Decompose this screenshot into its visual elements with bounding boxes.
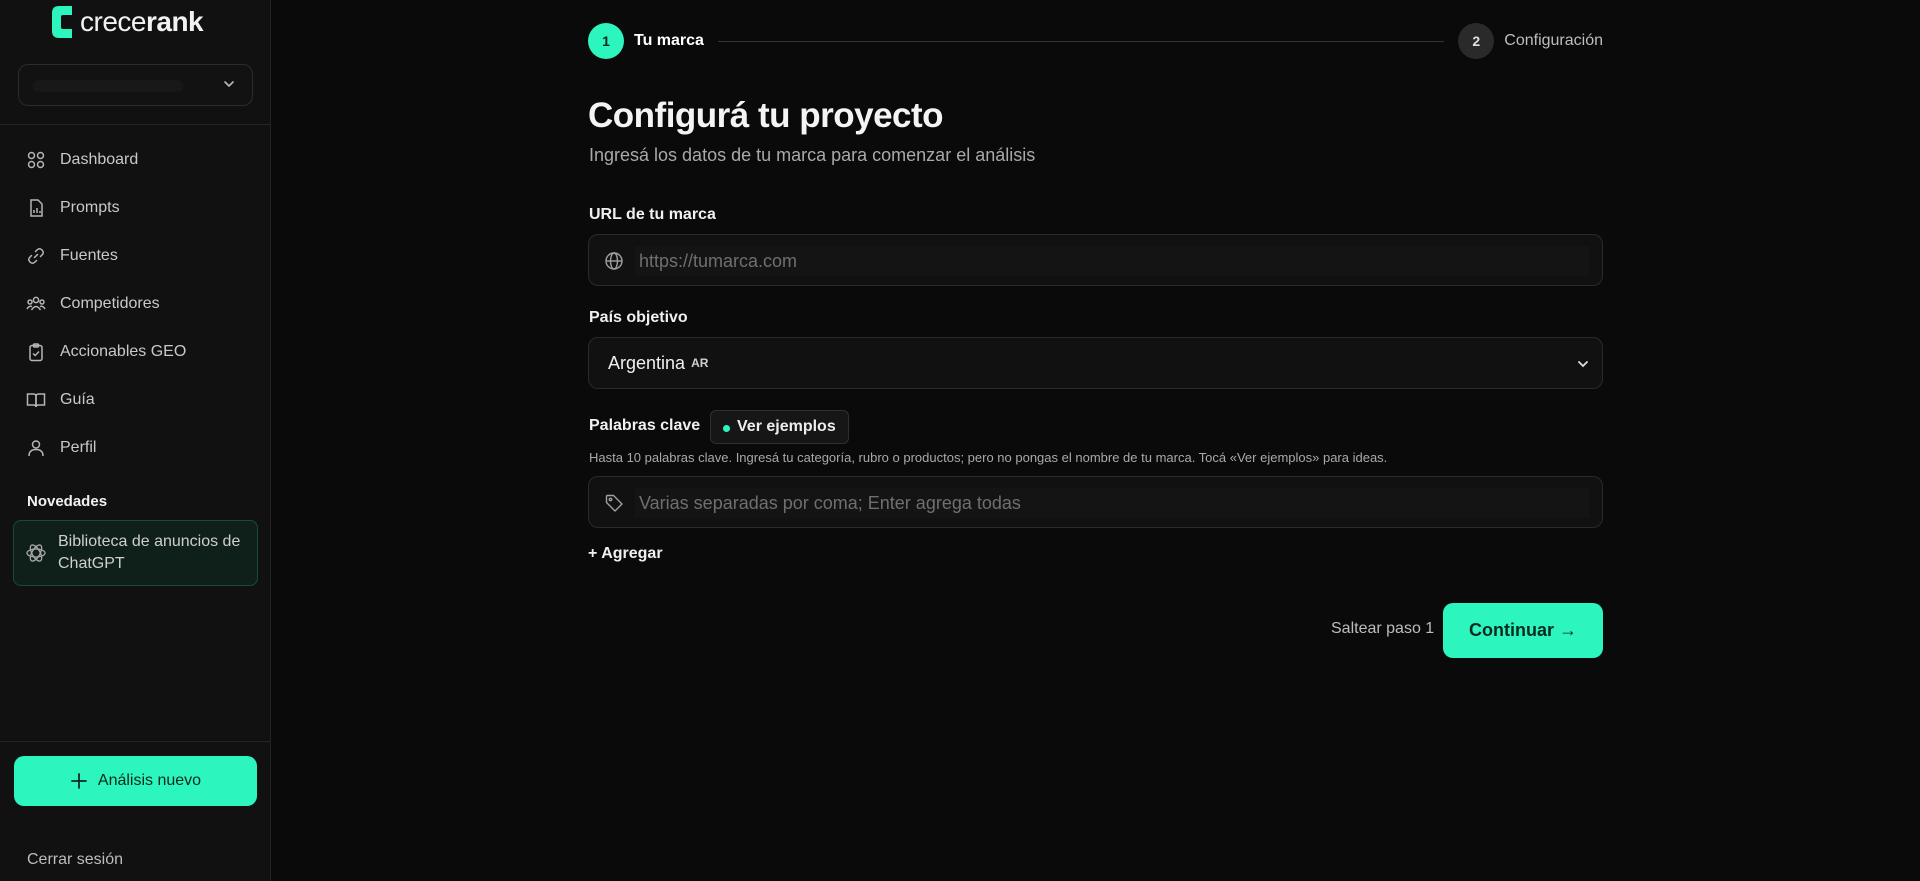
keywords-field-label: Palabras clave	[589, 417, 701, 434]
page-title: Configurá tu proyecto	[588, 96, 944, 135]
sidebar-item-prompts[interactable]: Prompts	[0, 184, 271, 232]
page-subtitle: Ingresá los datos de tu marca para comen…	[589, 145, 1036, 165]
project-selector[interactable]	[18, 64, 253, 106]
see-examples-button[interactable]: Ver ejemplos	[710, 410, 849, 444]
project-name-redacted	[33, 80, 183, 92]
see-examples-label: Ver ejemplos	[737, 418, 836, 435]
url-input[interactable]	[635, 246, 1589, 276]
step-1-indicator: 1	[588, 23, 624, 59]
country-code: AR	[691, 356, 709, 370]
sidebar-item-label: Prompts	[60, 199, 120, 216]
stepper-line	[717, 40, 1445, 42]
sidebar-item-dashboard[interactable]: Dashboard	[0, 136, 271, 184]
chevron-down-icon	[1578, 361, 1588, 368]
country-select-value: Argentina	[608, 352, 686, 373]
brand-name: crecerank	[80, 6, 204, 38]
sidebar-item-accionables-geo[interactable]: Accionables GEO	[0, 328, 271, 376]
news-card-chatgpt-ads[interactable]: Biblioteca de anuncios de ChatGPT	[13, 520, 258, 586]
new-analysis-button[interactable]: Análisis nuevo	[14, 756, 257, 806]
continue-button[interactable]: Continuar →	[1443, 603, 1603, 658]
globe-icon	[605, 252, 623, 270]
status-dot	[723, 425, 730, 432]
document-chart-icon	[30, 199, 43, 217]
book-icon	[26, 393, 46, 408]
clipboard-check-icon	[29, 343, 43, 362]
url-field[interactable]	[588, 234, 1603, 286]
keywords-input[interactable]	[635, 488, 1589, 518]
sidebar-item-competidores[interactable]: Competidores	[0, 280, 271, 328]
sidebar-item-label: Perfil	[60, 439, 97, 456]
sidebar-item-guia[interactable]: Guía	[0, 376, 271, 424]
sidebar-item-label: Guía	[60, 391, 95, 408]
chevron-down-icon	[224, 81, 234, 88]
news-section-label: Novedades	[27, 493, 108, 510]
keywords-helper-text: Hasta 10 palabras clave. Ingresá tu cate…	[589, 450, 1388, 465]
sidebar-item-fuentes[interactable]: Fuentes	[0, 232, 271, 280]
brand-name-light: crece	[80, 6, 146, 37]
add-keyword-link[interactable]: + Agregar	[588, 545, 663, 563]
skip-step-link[interactable]: Saltear paso 1	[1331, 620, 1434, 638]
country-field-label: País objetivo	[589, 309, 688, 326]
logout-link[interactable]: Cerrar sesión	[27, 851, 123, 869]
sidebar-item-label: Fuentes	[60, 247, 118, 264]
grid-icon	[27, 151, 45, 169]
sidebar-item-label: Dashboard	[60, 151, 139, 168]
step-2-indicator[interactable]: 2	[1458, 23, 1495, 59]
sidebar-nav: Dashboard Prompts Fuentes Competidores A…	[0, 136, 271, 472]
brand-logo-icon	[52, 6, 72, 38]
brand-name-bold: rank	[145, 6, 204, 37]
url-field-label: URL de tu marca	[589, 206, 716, 223]
step-2-label[interactable]: Configuración	[1504, 32, 1603, 50]
users-icon	[26, 296, 46, 311]
step-1-label: Tu marca	[634, 32, 704, 49]
sidebar-divider	[0, 124, 271, 125]
sidebar-item-perfil[interactable]: Perfil	[0, 424, 271, 472]
logo[interactable]: crecerank	[50, 4, 204, 40]
new-analysis-label: Análisis nuevo	[97, 772, 202, 789]
sidebar-item-label: Competidores	[60, 295, 160, 312]
sidebar-bottom-divider	[0, 741, 271, 742]
sidebar: crecerank Dashboard Prompts Fuentes Comp…	[0, 0, 271, 881]
stepper: 1 Tu marca 2 Configuración	[588, 23, 1603, 59]
openai-icon	[26, 544, 46, 562]
country-select[interactable]: Argentina AR	[588, 337, 1603, 389]
plus-icon	[71, 773, 87, 789]
user-icon	[28, 440, 44, 457]
news-card-label: Biblioteca de anuncios de ChatGPT	[58, 533, 241, 572]
sidebar-item-label: Accionables GEO	[60, 343, 187, 360]
tag-icon	[605, 494, 623, 512]
link-icon	[28, 248, 44, 264]
keywords-field[interactable]	[588, 476, 1603, 528]
